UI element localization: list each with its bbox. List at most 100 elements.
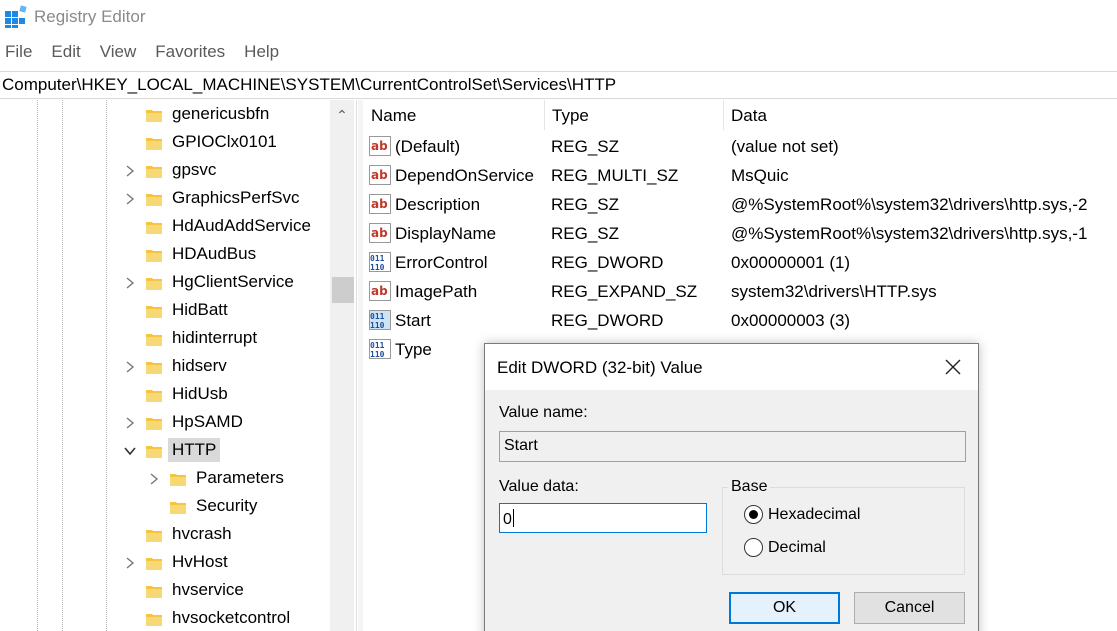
tree-item[interactable]: hvsocketcontrol [0,605,330,631]
scroll-up-arrow-icon[interactable]: ⌃ [330,104,354,126]
svg-text:ab: ab [371,168,388,182]
folder-icon [146,614,162,626]
scroll-thumb[interactable] [332,277,354,303]
menu-help[interactable]: Help [239,40,287,68]
column-header-type[interactable]: Type [544,106,589,130]
hexadecimal-label: Hexadecimal [768,505,861,523]
tree-item[interactable]: hvcrash [0,521,330,549]
tree-scrollbar[interactable]: ⌃ [330,100,354,631]
tree-item-label: HdAudAddService [172,216,311,235]
binary-value-icon: 011110 [369,339,391,359]
value-name-label: Value name: [499,404,588,421]
tree-item[interactable]: HdAudAddService [0,213,330,241]
value-row[interactable]: ab Description REG_SZ @%SystemRoot%\system3… [363,191,1117,220]
svg-text:ab: ab [371,197,388,211]
title-bar: Registry Editor [0,0,1117,36]
tree-item[interactable]: HDAudBus [0,241,330,269]
value-name-cell: Description [395,195,481,214]
tree-item[interactable]: HpSAMD [0,409,330,437]
tree-item-label: HgClientService [172,272,294,291]
value-row[interactable]: ab DisplayName REG_SZ @%SystemRoot%\system3… [363,220,1117,249]
tree-item[interactable]: GPIOClx0101 [0,129,330,157]
menu-favorites[interactable]: Favorites [150,40,233,68]
tree-item[interactable]: Parameters [0,465,330,493]
chevron-down-icon[interactable] [122,443,138,459]
value-name-cell: DisplayName [395,224,497,243]
radio-unchecked-icon[interactable] [744,538,763,557]
dialog-title: Edit DWORD (32-bit) Value [497,358,703,377]
svg-text:ab: ab [371,139,388,153]
value-data-text: 0 [503,511,512,528]
value-name-cell: ErrorControl [395,253,488,272]
svg-text:110: 110 [370,321,385,330]
folder-icon [146,110,162,122]
tree-item-label: hvservice [172,580,244,599]
tree-item[interactable]: genericusbfn [0,101,330,129]
value-data-label: Value data: [499,478,579,495]
tree-item-label: GraphicsPerfSvc [172,188,300,207]
svg-text:110: 110 [370,350,385,359]
folder-icon [146,278,162,290]
value-row[interactable]: ab ImagePath REG_EXPAND_SZ system32\drivers… [363,278,1117,307]
tree-item[interactable]: hidinterrupt [0,325,330,353]
close-icon[interactable] [933,352,973,382]
column-header-data[interactable]: Data [723,106,767,130]
cancel-button[interactable]: Cancel [854,592,965,624]
tree-item[interactable]: GraphicsPerfSvc [0,185,330,213]
value-row[interactable]: ab (Default) REG_SZ (value not set) [363,133,1117,162]
tree-item-label: HTTP [168,438,221,462]
value-name-field: Start [499,431,966,462]
menu-view[interactable]: View [95,40,145,68]
folder-icon [146,194,162,206]
value-data-cell: (value not set) [731,137,839,156]
tree-item[interactable]: HgClientService [0,269,330,297]
folder-icon [146,558,162,570]
column-header-name[interactable]: Name [363,106,416,130]
tree-item[interactable]: gpsvc [0,157,330,185]
tree-item[interactable]: HTTP [0,437,330,465]
value-data-input[interactable]: 0 [499,503,707,533]
chevron-right-icon[interactable] [122,191,138,207]
menu-edit[interactable]: Edit [46,40,88,68]
chevron-right-icon[interactable] [122,275,138,291]
value-row[interactable]: 011 110 ErrorControl REG_DWORD 0x00000001 (1… [363,249,1117,278]
decimal-radio[interactable]: Decimal [744,538,826,557]
ok-button[interactable]: OK [729,592,840,624]
chevron-right-icon[interactable] [146,471,162,487]
value-type-cell: REG_MULTI_SZ [551,166,679,185]
tree-item[interactable]: hvservice [0,577,330,605]
binary-value-icon: 011110 [369,252,391,272]
chevron-right-icon[interactable] [122,555,138,571]
tree-item[interactable]: Security [0,493,330,521]
tree-item[interactable]: hidserv [0,353,330,381]
value-type-cell: REG_EXPAND_SZ [551,282,698,301]
value-row[interactable]: 011 110 Start REG_DWORD 0x00000003 (3) [363,307,1117,336]
folder-icon [146,418,162,430]
tree-item[interactable]: HvHost [0,549,330,577]
value-row[interactable]: ab DependOnService REG_MULTI_SZ MsQuic [363,162,1117,191]
tree-item-label: HidUsb [172,384,228,403]
address-bar[interactable]: Computer\HKEY_LOCAL_MACHINE\SYSTEM\Curre… [0,71,1117,99]
radio-checked-icon[interactable] [744,505,763,524]
value-data-cell: MsQuic [731,166,789,185]
chevron-right-icon[interactable] [122,415,138,431]
chevron-right-icon[interactable] [122,359,138,375]
tree-item-label: Parameters [196,468,284,487]
value-type-cell: REG_SZ [551,195,620,214]
folder-icon [146,306,162,318]
value-data-cell: @%SystemRoot%\system32\drivers\http.sys,… [731,224,1088,243]
tree-item[interactable]: HidUsb [0,381,330,409]
chevron-right-icon[interactable] [122,163,138,179]
hexadecimal-radio[interactable]: Hexadecimal [744,505,860,524]
svg-text:011: 011 [370,341,385,350]
folder-icon [146,334,162,346]
tree-item-label: gpsvc [172,160,217,179]
tree-item[interactable]: HidBatt [0,297,330,325]
registry-tree[interactable]: genericusbfn GPIOClx0101 gpsvc GraphicsPerf… [0,100,357,631]
window-title: Registry Editor [34,7,146,26]
svg-text:011: 011 [370,254,385,263]
tree-item-label: hidinterrupt [172,328,258,347]
menu-file[interactable]: File [0,40,40,68]
value-data-cell: 0x00000001 (1) [731,253,851,272]
string-value-icon: ab [369,223,391,243]
